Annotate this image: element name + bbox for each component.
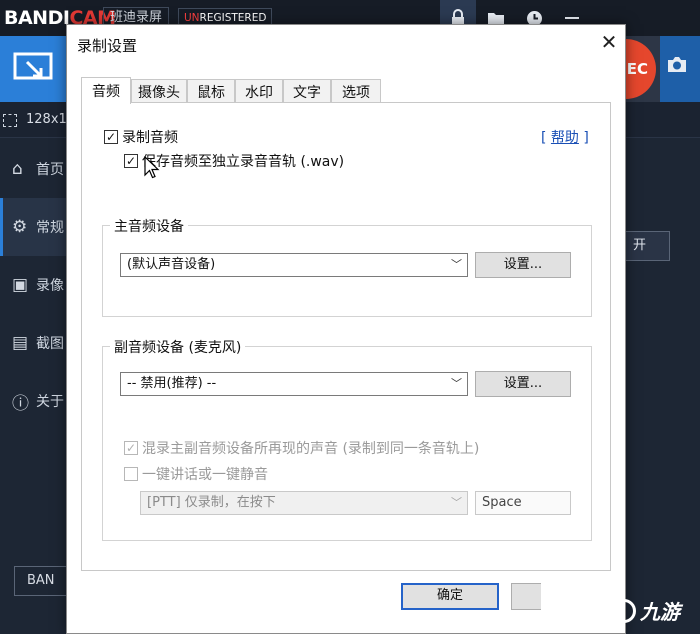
- gear-icon: ⚙: [12, 217, 28, 237]
- video-settings-icon: ▣: [12, 275, 29, 295]
- record-audio-label: 录制音频: [122, 130, 178, 146]
- cancel-button[interactable]: [511, 583, 541, 610]
- home-icon: ⌂: [12, 159, 23, 179]
- info-icon: ⓘ: [12, 393, 29, 414]
- help-link[interactable]: [ 帮助 ]: [541, 127, 589, 147]
- chevron-down-icon: ﹀: [451, 258, 462, 271]
- secondary-audio-device-select[interactable]: -- 禁用(推荐) -- ﹀: [120, 372, 468, 396]
- close-icon[interactable]: ✕: [597, 31, 621, 55]
- save-separate-track-label: 保存音频至独立录音音轨 (.wav): [142, 154, 345, 170]
- screen-mode-button[interactable]: [0, 36, 66, 102]
- sidebar-item-general[interactable]: ⚙ 常规: [0, 198, 70, 256]
- region-size-icon: [3, 114, 17, 127]
- mix-audio-label: 混录主副音频设备所再现的声音 (录制到同一条音轨上): [142, 441, 480, 457]
- push-to-talk-mode-select[interactable]: [PTT] 仅录制，在按下 ﹀: [140, 491, 468, 515]
- audio-panel: ✓ 录制音频 [ 帮助 ] ✓ 保存音频至独立录音音轨 (.wav) 主音频设备…: [81, 102, 611, 571]
- main-audio-settings-button[interactable]: 设置...: [475, 252, 571, 278]
- sidebar-item-home[interactable]: ⌂ 首页: [0, 140, 70, 198]
- secondary-audio-settings-button[interactable]: 设置...: [475, 371, 571, 397]
- chevron-down-icon: ﹀: [451, 496, 462, 509]
- tab-text[interactable]: 文字: [283, 79, 331, 103]
- main-content: [626, 138, 700, 634]
- push-to-talk-label: 一键讲话或一键静音: [142, 467, 268, 483]
- mix-audio-checkbox[interactable]: ✓: [124, 441, 138, 455]
- image-settings-icon: ▤: [12, 333, 29, 353]
- push-to-talk-checkbox[interactable]: [124, 467, 138, 481]
- dialog-title: 录制设置: [77, 37, 138, 55]
- tab-webcam[interactable]: 摄像头: [131, 79, 187, 103]
- sidebar-item-screenshot[interactable]: ▤ 截图: [0, 314, 70, 372]
- record-audio-checkbox[interactable]: ✓: [104, 130, 118, 144]
- secondary-audio-device-title: 副音频设备 (麦克风): [110, 337, 246, 357]
- mouse-cursor-icon: [144, 156, 160, 179]
- tab-watermark[interactable]: 水印: [235, 79, 283, 103]
- screen-region-icon: [13, 52, 53, 80]
- watermark-logo-icon: [612, 598, 636, 623]
- chevron-down-icon: ﹀: [451, 377, 462, 390]
- ok-button[interactable]: 确定: [401, 583, 499, 610]
- tab-mouse[interactable]: 鼠标: [187, 79, 235, 103]
- site-watermark: 九游: [612, 596, 680, 625]
- bandicut-button[interactable]: BAN: [14, 566, 74, 596]
- sidebar-item-about[interactable]: ⓘ 关于: [0, 372, 70, 430]
- record-settings-dialog: 录制设置 ✕ 音频 摄像头 鼠标 水印 文字 选项 ✓ 录制音频 [ 帮助 ] …: [66, 24, 626, 634]
- main-audio-device-select[interactable]: (默认声音设备) ﹀: [120, 253, 468, 277]
- tab-options[interactable]: 选项: [331, 79, 381, 103]
- open-button[interactable]: 开: [622, 231, 670, 261]
- sidebar: ⌂ 首页 ⚙ 常规 ▣ 录像 ▤ 截图 ⓘ 关于: [0, 138, 70, 634]
- main-audio-device-title: 主音频设备: [110, 216, 188, 236]
- sidebar-item-video[interactable]: ▣ 录像: [0, 256, 70, 314]
- hotkey-field[interactable]: Space: [475, 491, 571, 515]
- camera-icon[interactable]: [666, 54, 688, 78]
- region-size-text: 128x1: [26, 112, 67, 127]
- save-separate-track-checkbox[interactable]: ✓: [124, 154, 138, 168]
- tab-audio[interactable]: 音频: [81, 77, 131, 104]
